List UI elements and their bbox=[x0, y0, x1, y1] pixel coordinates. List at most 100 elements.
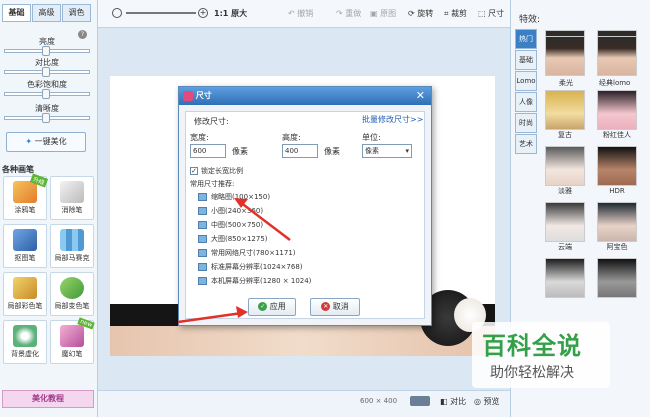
effects-tab-fashion[interactable]: 时尚 bbox=[515, 113, 537, 133]
soft-light-preview bbox=[545, 36, 585, 76]
cancel-circle-icon: ✕ bbox=[321, 302, 331, 311]
effects-tab-hot[interactable]: 热门 bbox=[515, 29, 537, 49]
magic-pen-tool[interactable]: 魔幻笔 new bbox=[50, 317, 95, 364]
preset-icon bbox=[198, 221, 207, 229]
image-dimensions: 600 × 400 bbox=[360, 397, 398, 405]
effect-cloud-tile[interactable]: 云端 bbox=[543, 202, 587, 252]
effect-tile[interactable] bbox=[595, 258, 639, 308]
lock-ratio-check[interactable]: ✓ bbox=[190, 167, 198, 175]
effect-vintage-tile[interactable]: 复古 bbox=[543, 90, 587, 140]
zoom-slider[interactable] bbox=[126, 12, 196, 14]
save-format-icon[interactable] bbox=[410, 396, 430, 406]
redo-button[interactable]: ↷ 重做 bbox=[336, 8, 361, 19]
effects-tab-basic[interactable]: 基础 bbox=[515, 50, 537, 70]
sharpness-track[interactable] bbox=[4, 113, 90, 123]
effects-tab-lomo[interactable]: Lomo bbox=[515, 71, 537, 91]
compare-button[interactable]: ◧ 对比 bbox=[440, 396, 466, 407]
tab-color[interactable]: 调色 bbox=[62, 4, 91, 22]
preview-label: 预览 bbox=[483, 397, 500, 406]
effects-tab-portrait[interactable]: 人像 bbox=[515, 92, 537, 112]
effect-hdr-label: HDR bbox=[609, 187, 625, 195]
original-icon: ▣ bbox=[370, 9, 378, 18]
contrast-slider[interactable]: 对比度 bbox=[4, 57, 90, 77]
preset-large[interactable]: 大图(850×1275) bbox=[198, 234, 268, 244]
app-window: 基础 高级 调色 ? 亮度 对比度 色彩饱和度 清晰度 ✦ 一键美化 各种画笔 … bbox=[0, 0, 650, 417]
effect-hdr-tile[interactable]: HDR bbox=[595, 146, 639, 196]
cancel-button[interactable]: ✕ 取消 bbox=[310, 298, 360, 316]
one-key-beautify-button[interactable]: ✦ 一键美化 bbox=[6, 132, 86, 152]
unit-select[interactable]: 像素 ▾ bbox=[362, 144, 412, 158]
preset-web[interactable]: 常用网络尺寸(780×1171) bbox=[198, 248, 296, 258]
preset-small[interactable]: 小图(240×360) bbox=[198, 206, 263, 216]
sharpness-knob[interactable] bbox=[42, 113, 50, 123]
local-color-pen-tool[interactable]: 局部彩色笔 bbox=[3, 272, 47, 316]
local-recolor-pen-tool[interactable]: 局部变色笔 bbox=[50, 272, 94, 316]
one-key-beautify-label: 一键美化 bbox=[34, 137, 67, 146]
preset-medium-label: 中图(500×750) bbox=[211, 221, 264, 229]
status-bar: 600 × 400 ◧ 对比 ◎ 预览 bbox=[98, 390, 510, 417]
left-panel: 基础 高级 调色 ? 亮度 对比度 色彩饱和度 清晰度 ✦ 一键美化 各种画笔 … bbox=[0, 0, 98, 417]
doodle-pen-tool[interactable]: 涂鸦笔 升级 bbox=[3, 173, 49, 220]
effect-cloud-label: 云端 bbox=[558, 243, 572, 251]
background-blur-tool[interactable]: 背景虚化 bbox=[3, 320, 47, 364]
eraser-label: 消除笔 bbox=[61, 206, 83, 214]
mosaic-tool[interactable]: 局部马赛克 bbox=[50, 224, 94, 268]
preset-thumbnail[interactable]: 缩略图(100×150) bbox=[198, 192, 270, 202]
beautify-tutorial-button[interactable]: 美化教程 bbox=[2, 390, 94, 408]
tab-advanced[interactable]: 高级 bbox=[32, 4, 61, 22]
resize-dialog: 尺寸 ✕ 修改尺寸: 批量修改尺寸>> 宽度: 600 像素 高度: 400 像… bbox=[178, 86, 432, 326]
crop-button[interactable]: ⌗ 裁剪 bbox=[444, 8, 467, 19]
redo-icon: ↷ bbox=[336, 9, 343, 18]
cancel-label: 取消 bbox=[332, 302, 349, 311]
effect-preview bbox=[545, 258, 585, 298]
saturation-slider[interactable]: 色彩饱和度 bbox=[4, 79, 90, 99]
effects-tab-art[interactable]: 艺术 bbox=[515, 134, 537, 154]
effect-tile[interactable] bbox=[543, 258, 587, 308]
contrast-track[interactable] bbox=[4, 67, 90, 77]
hdr-preview bbox=[597, 146, 637, 186]
brightness-slider[interactable]: 亮度 bbox=[4, 36, 90, 56]
zoom-out-icon[interactable] bbox=[112, 8, 122, 18]
close-icon[interactable]: ✕ bbox=[416, 89, 425, 102]
width-unit: 像素 bbox=[232, 147, 248, 156]
cutout-pen-tool[interactable]: 抠图笔 bbox=[3, 224, 47, 268]
brightness-track[interactable] bbox=[4, 46, 90, 56]
unit-select-value: 像素 bbox=[365, 147, 379, 155]
effect-classic-lomo-label: 经典lomo bbox=[599, 79, 631, 87]
original-button[interactable]: ▣ 原图 bbox=[370, 8, 396, 19]
size-icon: ⬚ bbox=[478, 9, 486, 18]
height-input[interactable]: 400 bbox=[282, 144, 318, 158]
original-label: 原图 bbox=[380, 9, 397, 18]
saturation-track[interactable] bbox=[4, 89, 90, 99]
dialog-title: 尺寸 bbox=[195, 91, 212, 100]
effect-abao-tile[interactable]: 阿宝色 bbox=[595, 202, 639, 252]
preset-medium[interactable]: 中图(500×750) bbox=[198, 220, 263, 230]
saturation-knob[interactable] bbox=[42, 89, 50, 99]
preview-button[interactable]: ◎ 预览 bbox=[474, 396, 500, 407]
rotate-button[interactable]: ⟳ 旋转 bbox=[408, 8, 433, 19]
undo-button[interactable]: ↶ 撤销 bbox=[288, 8, 313, 19]
effect-elegant-tile[interactable]: 淡雅 bbox=[543, 146, 587, 196]
preset-standard-screen[interactable]: 标准屏幕分辨率(1024×768) bbox=[198, 262, 303, 272]
effect-pink-lady-label: 粉红佳人 bbox=[603, 131, 631, 139]
watermark: 百科全说 助你轻松解决 bbox=[472, 322, 610, 388]
size-button[interactable]: ⬚ 尺寸 bbox=[478, 8, 504, 19]
preset-icon bbox=[198, 249, 207, 257]
background-blur-label: 背景虚化 bbox=[11, 350, 39, 358]
doodle-pen-label: 涂鸦笔 bbox=[14, 206, 36, 214]
actual-size-button[interactable]: 1:1 原大 bbox=[214, 8, 247, 19]
batch-resize-link[interactable]: 批量修改尺寸>> bbox=[362, 114, 423, 125]
zoom-in-icon[interactable]: + bbox=[198, 8, 208, 18]
recolor-icon bbox=[60, 277, 84, 299]
effect-pink-lady-tile[interactable]: 粉红佳人 bbox=[595, 90, 639, 140]
contrast-knob[interactable] bbox=[42, 67, 50, 77]
preset-local-screen[interactable]: 本机屏幕分辨率(1280 × 1024) bbox=[198, 276, 311, 286]
lock-ratio-checkbox[interactable]: ✓ 锁定长宽比例 bbox=[190, 166, 243, 176]
sharpness-slider[interactable]: 清晰度 bbox=[4, 103, 90, 123]
brightness-knob[interactable] bbox=[42, 46, 50, 56]
eraser-tool[interactable]: 消除笔 bbox=[50, 176, 94, 220]
apply-button[interactable]: ✓ 应用 bbox=[248, 298, 296, 316]
compare-icon: ◧ bbox=[440, 397, 448, 406]
width-input[interactable]: 600 bbox=[190, 144, 226, 158]
tab-basic[interactable]: 基础 bbox=[2, 4, 31, 22]
